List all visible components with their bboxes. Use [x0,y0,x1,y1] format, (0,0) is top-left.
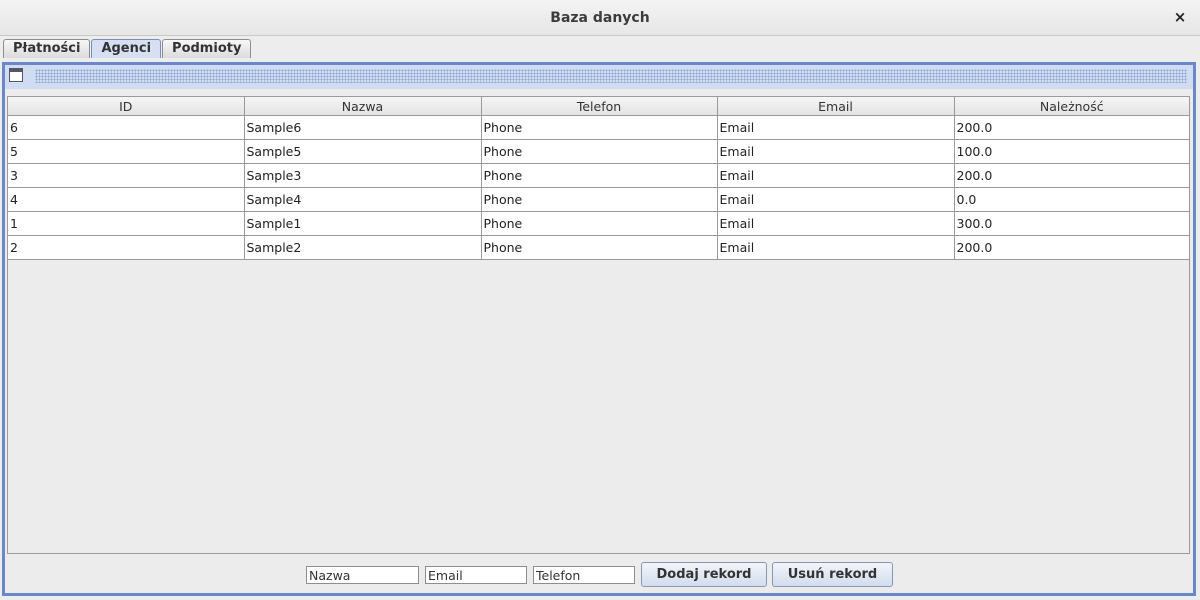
column-header-email[interactable]: Email [717,97,955,116]
cell-id[interactable]: 6 [8,115,245,140]
window-icon[interactable] [9,68,23,82]
cell-nazwa[interactable]: Sample1 [244,211,482,236]
tab-podmioty[interactable]: Podmioty [162,39,252,58]
tab-bar: Płatności Agenci Podmioty [3,39,252,58]
column-header-id[interactable]: ID [8,97,245,116]
cell-id[interactable]: 2 [8,235,245,260]
window-title: Baza danych [550,10,650,26]
phone-input[interactable] [533,566,635,584]
table-row[interactable]: 2 Sample2 Phone Email 200.0 [8,235,1189,260]
cell-nazwa[interactable]: Sample2 [244,235,482,260]
app-window: Baza danych × Płatności Agenci Podmioty [0,0,1200,600]
cell-nazwa[interactable]: Sample5 [244,139,482,164]
cell-naleznosc[interactable]: 200.0 [954,115,1189,140]
cell-id[interactable]: 5 [8,139,245,164]
tab-agenci[interactable]: Agenci [91,39,162,58]
cell-naleznosc[interactable]: 200.0 [954,235,1189,260]
table-row[interactable]: 6 Sample6 Phone Email 200.0 [8,115,1189,140]
agents-table: ID Nazwa Telefon Email Należność 6 Sampl… [8,97,1189,260]
cell-naleznosc[interactable]: 0.0 [954,187,1189,212]
cell-email[interactable]: Email [717,211,955,236]
remove-record-button[interactable]: Usuń rekord [772,562,893,587]
column-header-naleznosc[interactable]: Należność [954,97,1189,116]
cell-email[interactable]: Email [717,115,955,140]
cell-telefon[interactable]: Phone [481,163,718,188]
table-row[interactable]: 5 Sample5 Phone Email 100.0 [8,139,1189,164]
agents-table-scrollpane: ID Nazwa Telefon Email Należność 6 Sampl… [7,96,1190,554]
cell-nazwa[interactable]: Sample3 [244,163,482,188]
add-record-form: Dodaj rekord Usuń rekord [5,557,1193,593]
column-header-telefon[interactable]: Telefon [481,97,718,116]
cell-id[interactable]: 3 [8,163,245,188]
cell-telefon[interactable]: Phone [481,115,718,140]
cell-email[interactable]: Email [717,235,955,260]
add-record-button[interactable]: Dodaj rekord [641,562,767,587]
name-input[interactable] [306,566,419,584]
table-row[interactable]: 4 Sample4 Phone Email 0.0 [8,187,1189,212]
tab-platnosci[interactable]: Płatności [3,39,91,58]
table-header-row: ID Nazwa Telefon Email Należność [8,97,1189,116]
cell-id[interactable]: 1 [8,211,245,236]
title-bar: Baza danych × [0,0,1200,36]
tab-content-panel: ID Nazwa Telefon Email Należność 6 Sampl… [2,62,1196,596]
email-input[interactable] [425,566,527,584]
table-row[interactable]: 1 Sample1 Phone Email 300.0 [8,211,1189,236]
cell-nazwa[interactable]: Sample6 [244,115,482,140]
frame-title-area[interactable] [35,69,1187,83]
cell-email[interactable]: Email [717,163,955,188]
close-icon[interactable]: × [1172,8,1188,26]
internal-frame-header [5,65,1193,89]
cell-email[interactable]: Email [717,139,955,164]
cell-naleznosc[interactable]: 100.0 [954,139,1189,164]
table-row[interactable]: 3 Sample3 Phone Email 200.0 [8,163,1189,188]
cell-id[interactable]: 4 [8,187,245,212]
cell-telefon[interactable]: Phone [481,211,718,236]
cell-nazwa[interactable]: Sample4 [244,187,482,212]
column-header-nazwa[interactable]: Nazwa [244,97,482,116]
cell-naleznosc[interactable]: 200.0 [954,163,1189,188]
cell-email[interactable]: Email [717,187,955,212]
cell-telefon[interactable]: Phone [481,139,718,164]
cell-telefon[interactable]: Phone [481,235,718,260]
cell-telefon[interactable]: Phone [481,187,718,212]
cell-naleznosc[interactable]: 300.0 [954,211,1189,236]
